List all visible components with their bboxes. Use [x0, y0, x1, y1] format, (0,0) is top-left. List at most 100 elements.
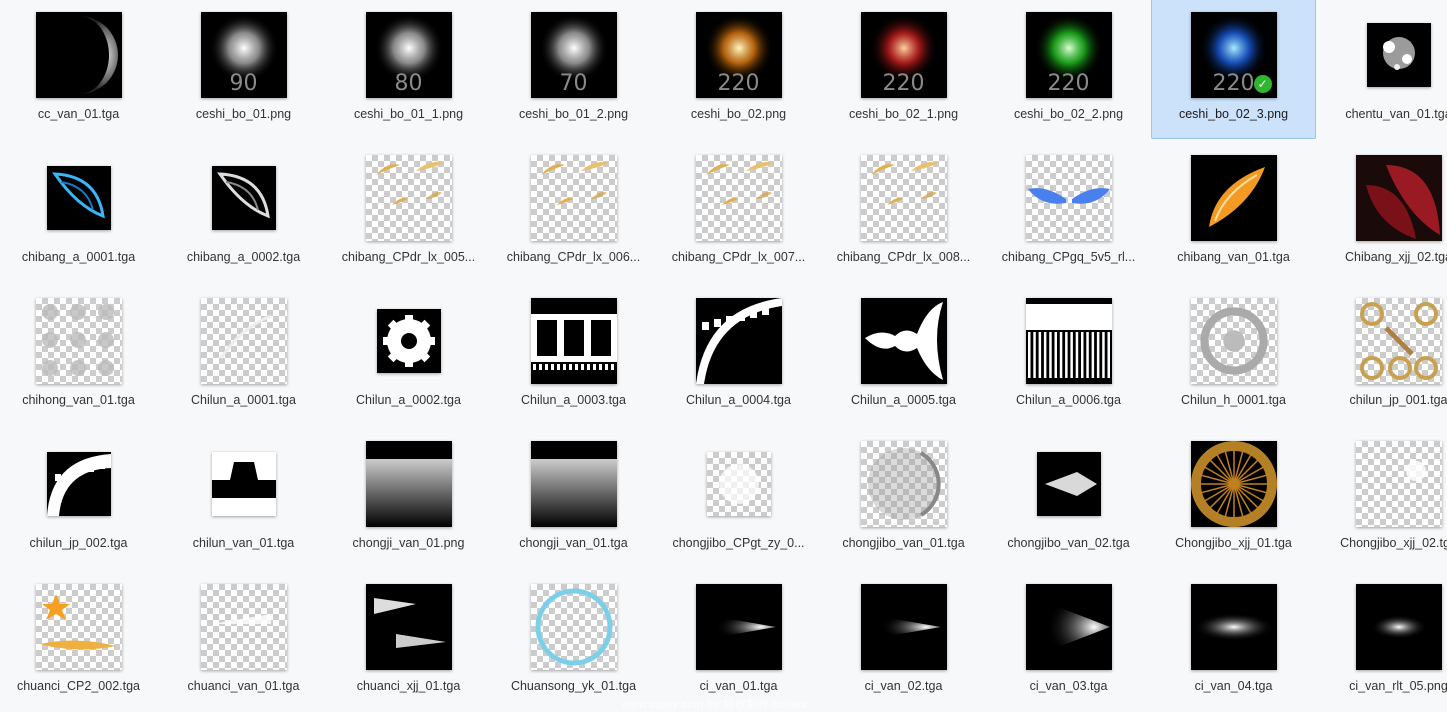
file-item[interactable]: Chongjibo_xjj_01.tga [1151, 425, 1316, 568]
file-item[interactable]: chilun_jp_002.tga [0, 425, 161, 568]
file-item[interactable]: Chilun_a_0004.tga [656, 282, 821, 425]
file-name: ci_van_02.tga [864, 679, 943, 693]
file-item[interactable]: chuanci_CP2_002.tga [0, 568, 161, 711]
faint-streak-icon [200, 584, 287, 670]
file-item[interactable]: chibang_CPdr_lx_006... [491, 139, 656, 282]
shockwave-sphere-icon [860, 441, 947, 527]
file-name: Chilun_a_0003.tga [521, 393, 626, 407]
file-name: chuanci_CP2_002.tga [16, 679, 140, 693]
file-item[interactable]: Chilun_h_0001.tga [1151, 282, 1316, 425]
film-strip-icon [530, 298, 617, 384]
file-item[interactable]: Chibang_xjj_02.tga [1316, 139, 1447, 282]
thumbnail-number: 220 [1047, 71, 1090, 96]
file-name: Chongjibo_xjj_01.tga [1175, 536, 1292, 550]
faint-sparkle-icon [1355, 441, 1442, 527]
file-name: chibang_CPdr_lx_007... [671, 250, 806, 264]
file-item[interactable]: chibang_CPdr_lx_005... [326, 139, 491, 282]
file-name: Chuansong_yk_01.tga [510, 679, 637, 693]
moon-crescent-texture-icon [35, 12, 122, 98]
beam-cone-icon [695, 584, 782, 670]
glow-orange-icon: 220 [695, 12, 782, 98]
file-item[interactable]: chongji_van_01.tga [491, 425, 656, 568]
file-item[interactable]: chongji_van_01.png [326, 425, 491, 568]
file-grid: cc_van_01.tga 90 ceshi_bo_01.png 80 ceshi_bo… [0, 0, 1447, 711]
file-name: ceshi_bo_01_1.png [353, 107, 464, 121]
file-item[interactable]: Chuansong_yk_01.tga [491, 568, 656, 711]
file-item[interactable]: chibang_a_0002.tga [161, 139, 326, 282]
beam-cone-icon [860, 584, 947, 670]
file-item[interactable]: ci_van_01.tga [656, 568, 821, 711]
file-name: chibang_van_01.tga [1177, 250, 1290, 264]
file-item[interactable]: ci_van_04.tga [1151, 568, 1316, 711]
file-name: Chilun_a_0005.tga [851, 393, 956, 407]
file-item[interactable]: Chilun_a_0006.tga [986, 282, 1151, 425]
file-item[interactable]: 80 ceshi_bo_01_1.png [326, 0, 491, 139]
ring-gold-rays-icon [1190, 441, 1277, 527]
file-item[interactable]: 220 ✓ ceshi_bo_02_3.png [1151, 0, 1316, 139]
file-item[interactable]: Chongjibo_xjj_02.tga [1316, 425, 1447, 568]
file-name: Chibang_xjj_02.tga [1344, 250, 1447, 264]
file-name: ci_van_04.tga [1194, 679, 1273, 693]
file-item[interactable]: cc_van_01.tga [0, 0, 161, 139]
file-name: ceshi_bo_02_3.png [1178, 107, 1289, 121]
file-item[interactable]: 220 ceshi_bo_02.png [656, 0, 821, 139]
comb-stripes-icon [1025, 298, 1112, 384]
comet-streaks-icon [365, 584, 452, 670]
glow-white-icon: 80 [365, 12, 452, 98]
file-item[interactable]: ci_van_02.tga [821, 568, 986, 711]
file-item[interactable]: ci_van_rlt_05.png [1316, 568, 1447, 711]
file-item[interactable]: chibang_a_0001.tga [0, 139, 161, 282]
file-name: chongjibo_CPgt_zy_0... [672, 536, 805, 550]
file-item[interactable]: chuanci_van_01.tga [161, 568, 326, 711]
file-item[interactable]: chongjibo_van_02.tga [986, 425, 1151, 568]
gear-corner-icon [46, 452, 111, 516]
file-item[interactable]: chibang_CPdr_lx_007... [656, 139, 821, 282]
file-item[interactable]: chibang_CPdr_lx_008... [821, 139, 986, 282]
thumbnail-number: 70 [559, 71, 588, 96]
file-name: ceshi_bo_02.png [690, 107, 787, 121]
file-name: chibang_CPgq_5v5_rl... [1001, 250, 1136, 264]
file-item[interactable]: 70 ceshi_bo_01_2.png [491, 0, 656, 139]
file-item[interactable]: Chilun_a_0003.tga [491, 282, 656, 425]
beam-soft-small-icon [1355, 584, 1442, 670]
feather-sprites-icon [695, 155, 782, 241]
light-streaks-icon [365, 441, 452, 527]
file-item[interactable]: chongjibo_CPgt_zy_0... [656, 425, 821, 568]
file-name: ceshi_bo_01_2.png [518, 107, 629, 121]
file-item[interactable]: chibang_CPgq_5v5_rl... [986, 139, 1151, 282]
feather-sprites-icon [530, 155, 617, 241]
file-item[interactable]: chuanci_xjj_01.tga [326, 568, 491, 711]
file-item[interactable]: 220 ceshi_bo_02_2.png [986, 0, 1151, 139]
ring-cyan-icon [530, 584, 617, 670]
watermark-text: www.cgjoy.com by:特效制作 bullwa [622, 699, 807, 711]
file-name: chibang_CPdr_lx_008... [836, 250, 971, 264]
file-item[interactable]: chihong_van_01.tga [0, 282, 161, 425]
file-name: chongjibo_van_02.tga [1007, 536, 1130, 550]
file-name: chilun_van_01.tga [192, 536, 295, 550]
file-item[interactable]: chilun_jp_001.tga [1316, 282, 1447, 425]
file-name: ci_van_rlt_05.png [1349, 679, 1447, 693]
file-item[interactable]: 220 ceshi_bo_02_1.png [821, 0, 986, 139]
file-item[interactable]: 90 ceshi_bo_01.png [161, 0, 326, 139]
gear-white-icon [376, 309, 441, 373]
file-name: chuanci_xjj_01.tga [356, 679, 461, 693]
file-item[interactable]: Chilun_a_0002.tga [326, 282, 491, 425]
file-item[interactable]: Chilun_a_0005.tga [821, 282, 986, 425]
file-name: chuanci_van_01.tga [187, 679, 300, 693]
cloud-sprites-icon [35, 298, 122, 384]
file-item[interactable]: chongjibo_van_01.tga [821, 425, 986, 568]
file-item[interactable]: chilun_van_01.tga [161, 425, 326, 568]
feather-sprites-icon [860, 155, 947, 241]
file-item[interactable]: chentu_van_01.tga [1316, 0, 1447, 139]
file-name: ceshi_bo_02_2.png [1013, 107, 1124, 121]
file-name: chentu_van_01.tga [1345, 107, 1447, 121]
glow-red-icon: 220 [860, 12, 947, 98]
file-name: Chilun_a_0002.tga [356, 393, 461, 407]
file-item[interactable]: chibang_van_01.tga [1151, 139, 1316, 282]
file-item[interactable]: ci_van_03.tga [986, 568, 1151, 711]
file-name: Chilun_a_0004.tga [686, 393, 791, 407]
file-name: chibang_a_0002.tga [186, 250, 301, 264]
burst-white-icon [1036, 452, 1101, 516]
file-name: Chongjibo_xjj_02.tga [1340, 536, 1447, 550]
file-item[interactable]: Chilun_a_0001.tga [161, 282, 326, 425]
